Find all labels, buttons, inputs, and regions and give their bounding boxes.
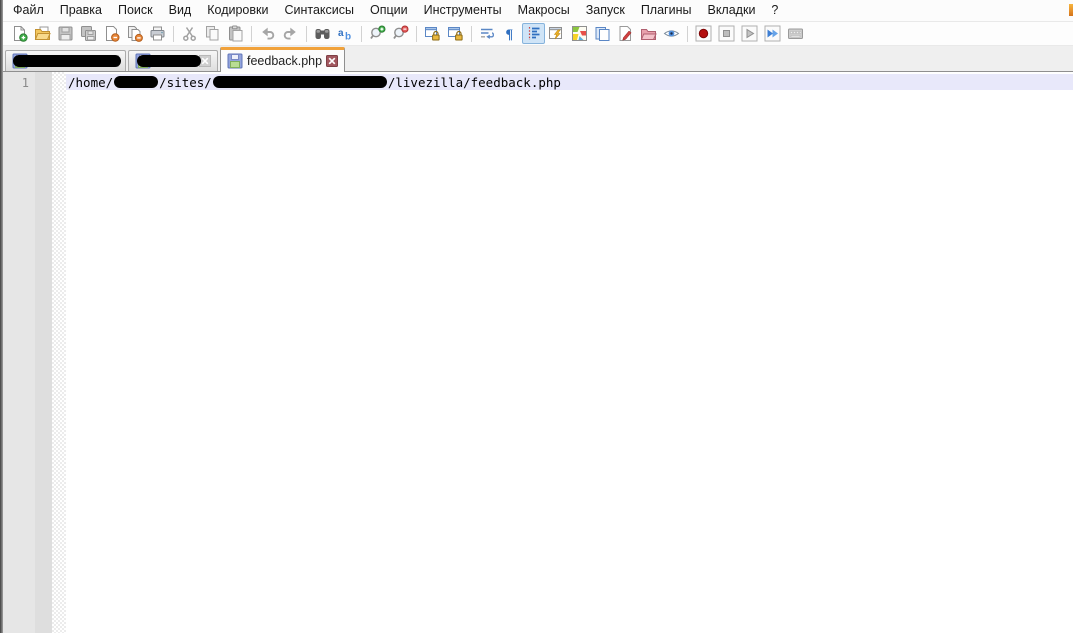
redaction-bar — [13, 55, 121, 67]
edit-document-icon[interactable] — [614, 23, 637, 44]
fold-margin[interactable] — [52, 72, 66, 633]
tab-redacted-1[interactable] — [5, 50, 126, 71]
close-tab-icon[interactable] — [326, 55, 338, 67]
tab-feedback-php[interactable]: feedback.php — [220, 47, 345, 72]
menu-edit[interactable]: Правка — [52, 1, 110, 20]
menu-macro[interactable]: Макросы — [510, 1, 578, 20]
save-all-icon[interactable] — [77, 23, 100, 44]
svg-text:¶: ¶ — [506, 28, 514, 43]
zoom-in-icon[interactable] — [366, 23, 389, 44]
save-file-icon[interactable] — [54, 23, 77, 44]
toolbar: ab ¶ — [3, 22, 1073, 46]
code-text: /livezilla/feedback.php — [388, 75, 561, 90]
toolbar-separator — [687, 26, 688, 42]
editor: 1 /home/ /sites/ /livezilla/feedback.php — [3, 72, 1073, 633]
close-file-icon[interactable] — [100, 23, 123, 44]
redaction-bar — [114, 76, 158, 88]
bookmark-margin[interactable] — [35, 72, 52, 633]
redo-icon[interactable] — [279, 23, 302, 44]
menu-run[interactable]: Запуск — [578, 1, 633, 20]
zoom-out-icon[interactable] — [389, 23, 412, 44]
show-all-characters-icon[interactable]: ¶ — [499, 23, 522, 44]
find-icon[interactable] — [311, 23, 334, 44]
macro-run-multiple-icon[interactable] — [761, 23, 784, 44]
line-number-margin: 1 — [3, 72, 35, 633]
code-text: /sites/ — [159, 75, 212, 90]
menu-file[interactable]: Файл — [5, 1, 52, 20]
code-line-current[interactable]: /home/ /sites/ /livezilla/feedback.php — [66, 74, 1073, 90]
new-file-icon[interactable] — [8, 23, 31, 44]
code-text: /home/ — [68, 75, 113, 90]
menu-encoding[interactable]: Кодировки — [199, 1, 276, 20]
document-switcher-icon[interactable] — [591, 23, 614, 44]
clipped-icon-artifact — [1069, 4, 1073, 16]
copy-icon[interactable] — [201, 23, 224, 44]
editor-text-area[interactable]: /home/ /sites/ /livezilla/feedback.php — [66, 72, 1073, 633]
svg-text:a: a — [338, 28, 344, 39]
tab-title: feedback.php — [247, 54, 322, 68]
user-defined-language-icon[interactable] — [545, 23, 568, 44]
sync-vertical-scroll-icon[interactable] — [421, 23, 444, 44]
macro-play-icon[interactable] — [738, 23, 761, 44]
redaction-bar — [137, 55, 201, 67]
tab-redacted-2[interactable] — [128, 50, 218, 71]
cut-icon[interactable] — [178, 23, 201, 44]
tab-bar: feedback.php — [3, 46, 1073, 72]
macro-save-icon[interactable] — [784, 23, 807, 44]
print-icon[interactable] — [146, 23, 169, 44]
toolbar-separator — [361, 26, 362, 42]
line-number: 1 — [3, 75, 29, 91]
word-wrap-icon[interactable] — [476, 23, 499, 44]
notepad-plus-plus-window: Файл Правка Поиск Вид Кодировки Синтакси… — [0, 0, 1073, 633]
toolbar-separator — [471, 26, 472, 42]
svg-text:b: b — [345, 32, 351, 43]
menu-settings[interactable]: Опции — [362, 1, 416, 20]
document-map-icon[interactable] — [568, 23, 591, 44]
menu-plugins[interactable]: Плагины — [633, 1, 700, 20]
saved-file-icon — [227, 53, 243, 69]
toolbar-separator — [416, 26, 417, 42]
menu-help[interactable]: ? — [763, 1, 786, 20]
menu-search[interactable]: Поиск — [110, 1, 161, 20]
show-indent-guide-icon[interactable] — [522, 23, 545, 44]
window-main: Файл Правка Поиск Вид Кодировки Синтакси… — [3, 0, 1073, 633]
macro-stop-icon[interactable] — [715, 23, 738, 44]
toolbar-separator — [173, 26, 174, 42]
replace-icon[interactable]: ab — [334, 23, 357, 44]
sync-horizontal-scroll-icon[interactable] — [444, 23, 467, 44]
menu-tabs[interactable]: Вкладки — [699, 1, 763, 20]
undo-icon[interactable] — [256, 23, 279, 44]
menubar: Файл Правка Поиск Вид Кодировки Синтакси… — [3, 0, 1073, 22]
menu-tools[interactable]: Инструменты — [416, 1, 510, 20]
close-all-icon[interactable] — [123, 23, 146, 44]
toolbar-separator — [306, 26, 307, 42]
menu-language[interactable]: Синтаксисы — [276, 1, 362, 20]
menu-view[interactable]: Вид — [161, 1, 200, 20]
open-file-icon[interactable] — [31, 23, 54, 44]
paste-icon[interactable] — [224, 23, 247, 44]
toolbar-separator — [251, 26, 252, 42]
eye-view-icon[interactable] — [660, 23, 683, 44]
folder-pink-icon[interactable] — [637, 23, 660, 44]
redaction-bar — [213, 76, 387, 88]
macro-record-icon[interactable] — [692, 23, 715, 44]
